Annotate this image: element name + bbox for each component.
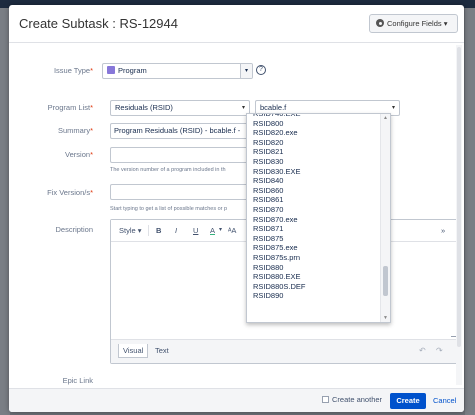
issue-type-label-text: Issue Type (53, 66, 91, 75)
summary-label: Summary* (9, 126, 93, 135)
dialog-header: Create Subtask : RS-12944 Configure Fiel… (9, 5, 464, 43)
chevron-down-icon: ▾ (443, 19, 448, 28)
version-label-text: Version (65, 150, 91, 159)
epic-link-label: Epic Link (62, 376, 93, 385)
summary-label-text: Summary (57, 126, 91, 135)
dialog-scrollbar[interactable] (456, 45, 462, 385)
dropdown-option[interactable]: RSID875 (247, 234, 381, 244)
required-marker: * (90, 103, 93, 112)
configure-fields-button[interactable]: Configure Fields ▾ (369, 14, 458, 33)
bold-button[interactable]: B (156, 226, 161, 235)
version-label: Version* (9, 150, 93, 159)
summary-input[interactable]: Program Residuals (RSID) - bcable.f - (110, 123, 256, 139)
dropdown-option[interactable]: RSID875s.prn (247, 253, 381, 263)
redo-icon[interactable]: ↷ (436, 346, 443, 355)
program-list-value: Residuals (RSID) (115, 103, 173, 112)
create-subtask-dialog: Create Subtask : RS-12944 Configure Fiel… (9, 5, 464, 412)
dialog-footer: Create another Create Cancel (9, 388, 464, 412)
dropdown-option[interactable]: RSID890 (247, 291, 381, 301)
program-options: RSID740.EXE RSID800 RSID820.exe RSID820 RSID… (247, 114, 381, 301)
dropdown-option[interactable]: RSID820.exe (247, 128, 381, 138)
dropdown-option[interactable]: RSID800 (247, 119, 381, 129)
dropdown-option[interactable]: RSID840 (247, 176, 381, 186)
dropdown-option[interactable]: RSID880 (247, 263, 381, 273)
required-marker: * (90, 188, 93, 197)
dropdown-option[interactable]: RSID871 (247, 224, 381, 234)
undo-icon[interactable]: ↶ (419, 346, 426, 355)
dropdown-option[interactable]: RSID830 (247, 157, 381, 167)
dropdown-scrollbar-thumb[interactable] (383, 266, 388, 296)
configure-fields-label: Configure Fields (387, 19, 442, 28)
background-right-strip (465, 8, 475, 415)
tab-text[interactable]: Text (151, 344, 173, 358)
program-type-icon (107, 66, 115, 74)
program-list-select[interactable]: Residuals (RSID) ▾ (110, 100, 250, 116)
chevron-down-icon: ▾ (240, 64, 252, 78)
create-another-checkbox[interactable] (322, 396, 329, 403)
dropdown-option[interactable]: RSID870.exe (247, 215, 381, 225)
gear-icon (376, 19, 384, 27)
fix-versions-label-text: Fix Version/s (47, 188, 91, 197)
program-dropdown-list: RSID740.EXE RSID800 RSID820.exe RSID820 RSID… (246, 113, 391, 323)
toolbar-separator (148, 225, 149, 236)
version-input[interactable] (110, 147, 256, 163)
dialog-scrollbar-thumb[interactable] (457, 47, 461, 347)
collapse-toolbar-icon[interactable]: » (441, 226, 445, 235)
dropdown-option[interactable]: RSID880S.DEF (247, 282, 381, 292)
create-another-label: Create another (332, 395, 383, 404)
create-button[interactable]: Create (390, 393, 426, 409)
description-label: Description (55, 225, 93, 234)
program-filter-value: bcable.f (260, 103, 287, 112)
text-color-dropdown-icon[interactable]: ▾ (219, 226, 222, 233)
version-hint: The version number of a program included… (110, 167, 226, 173)
cancel-link[interactable]: Cancel (433, 396, 456, 405)
dropdown-option[interactable]: RSID830.EXE (247, 167, 381, 177)
dialog-body: Issue Type* Program ▾ ? Program List* Re… (9, 44, 464, 385)
dropdown-option[interactable]: RSID880.EXE (247, 272, 381, 282)
required-marker: * (90, 150, 93, 159)
font-size-button[interactable]: ᴬA (228, 226, 236, 235)
dropdown-option[interactable]: RSID875.exe (247, 243, 381, 253)
help-icon[interactable]: ? (256, 65, 266, 75)
chevron-down-icon: ▾ (391, 105, 395, 111)
issue-type-label: Issue Type* (9, 66, 93, 75)
dropdown-option[interactable]: RSID870 (247, 205, 381, 215)
dialog-title: Create Subtask : RS-12944 (19, 16, 178, 31)
required-marker: * (90, 126, 93, 135)
scroll-down-icon[interactable]: ▼ (383, 315, 388, 321)
program-list-label-text: Program List (47, 103, 91, 112)
dropdown-option[interactable]: RSID860 (247, 186, 381, 196)
required-marker: * (90, 66, 93, 75)
style-label: Style (119, 226, 136, 235)
italic-button[interactable]: I (175, 226, 177, 235)
fix-versions-hint: Start typing to get a list of possible m… (110, 206, 228, 212)
issue-type-select[interactable]: Program ▾ (102, 63, 253, 79)
program-list-label: Program List* (9, 103, 93, 112)
tab-visual[interactable]: Visual (118, 344, 149, 358)
issue-type-value: Program (118, 66, 147, 75)
editor-mode-tabs: Visual Text ↶ ↷ (111, 339, 459, 363)
style-dropdown[interactable]: Style ▾ (119, 226, 142, 235)
scroll-up-icon[interactable]: ▲ (383, 115, 388, 121)
dropdown-option[interactable]: RSID820 (247, 138, 381, 148)
fix-versions-label: Fix Version/s* (9, 188, 93, 197)
dropdown-option[interactable]: RSID861 (247, 195, 381, 205)
dropdown-option[interactable]: RSID821 (247, 147, 381, 157)
dropdown-scrollbar[interactable]: ▲ ▼ (380, 114, 390, 322)
fix-versions-input[interactable] (110, 184, 256, 200)
underline-button[interactable]: U (193, 226, 198, 235)
chevron-down-icon: ▾ (241, 105, 245, 111)
text-color-button[interactable]: A (210, 226, 215, 235)
